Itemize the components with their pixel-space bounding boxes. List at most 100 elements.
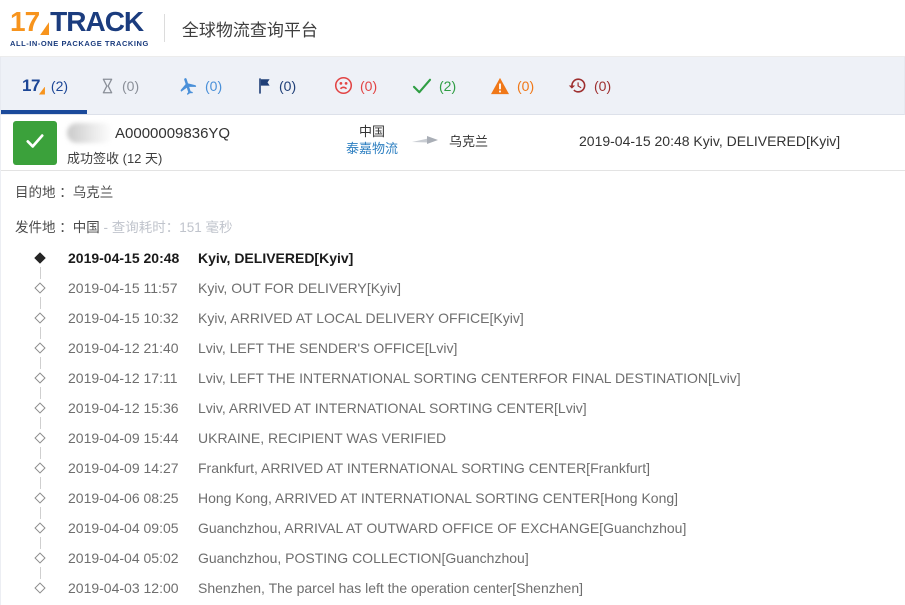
logo-17-text: 17 — [10, 6, 40, 37]
hourglass-icon — [100, 77, 115, 95]
tab-pickup[interactable]: (0) — [256, 77, 334, 95]
timeline-time: 2019-04-15 10:32 — [68, 310, 179, 326]
route-arrow-icon — [411, 133, 439, 147]
destination-country: 乌克兰 — [449, 133, 489, 149]
tab-undelivered[interactable]: (0) — [334, 76, 412, 95]
timeline-marker-icon — [34, 462, 46, 474]
package-summary-row[interactable]: A0000009836YQ 成功签收 (12 天) 中国 泰嘉物流 乌克兰 20… — [1, 115, 905, 171]
site-title: 全球物流查询平台 — [181, 20, 318, 40]
route-origin: 中国 泰嘉物流 — [339, 123, 405, 157]
tab-count: (0) — [279, 77, 297, 94]
tracking-number-line: A0000009836YQ — [67, 122, 230, 144]
tab-count: (0) — [360, 77, 378, 94]
page: 17 TRACK ALL-IN-ONE PACKAGE TRACKING 全球物… — [0, 0, 905, 605]
timeline-marker-icon — [34, 432, 46, 444]
timeline-row: 2019-04-09 14:27 Frankfurt, ARRIVED AT IN… — [1, 453, 905, 489]
destination-line: 目的地 ：乌克兰 — [15, 181, 113, 201]
timeline-marker-current-icon — [34, 252, 46, 264]
check-icon — [24, 132, 46, 155]
timeline-marker-icon — [34, 522, 46, 534]
destination-label: 目的地 ： — [15, 185, 73, 200]
origin-line: 发件地 ：中国 - 查询耗时：151 毫秒 — [15, 216, 233, 236]
active-tab-underline — [1, 110, 87, 114]
17track-logo[interactable]: 17 TRACK ALL-IN-ONE PACKAGE TRACKING — [10, 8, 149, 49]
tab-expired[interactable]: (0) — [568, 76, 646, 95]
timeline-status: Kyiv, OUT FOR DELIVERY[Kyiv] — [198, 280, 402, 296]
timeline-marker-icon — [34, 582, 46, 594]
history-icon — [568, 76, 587, 95]
timeline-row: 2019-04-12 21:40 Lviv, LEFT THE SENDER'S … — [1, 333, 905, 369]
logo-triangle-icon — [40, 22, 50, 35]
timeline-time: 2019-04-15 20:48 — [68, 250, 180, 266]
carrier-link[interactable]: 泰嘉物流 — [339, 140, 405, 157]
timeline-row: 2019-04-15 20:48 Kyiv, DELIVERED[Kyiv] — [1, 243, 905, 279]
route: 中国 泰嘉物流 乌克兰 — [339, 123, 488, 157]
timeline-marker-icon — [34, 312, 46, 324]
timeline-status: Guanchzhou, ARRIVAL AT OUTWARD OFFICE OF… — [198, 520, 687, 536]
site-header: 17 TRACK ALL-IN-ONE PACKAGE TRACKING 全球物… — [0, 0, 905, 57]
tab-all[interactable]: 17 (2) — [22, 76, 100, 96]
package-info: A0000009836YQ 成功签收 (12 天) — [67, 122, 230, 167]
timeline-status: Frankfurt, ARRIVED AT INTERNATIONAL SORT… — [198, 460, 650, 476]
tab-count: (0) — [122, 77, 140, 94]
tab-alert[interactable]: (0) — [490, 77, 568, 95]
timeline-status: Lviv, ARRIVED AT INTERNATIONAL SORTING C… — [198, 400, 587, 416]
timeline-row: 2019-04-12 17:11 Lviv, LEFT THE INTERNATI… — [1, 363, 905, 399]
timeline-time: 2019-04-12 17:11 — [68, 370, 178, 386]
tracking-result-panel: A0000009836YQ 成功签收 (12 天) 中国 泰嘉物流 乌克兰 20… — [0, 115, 905, 605]
logo-track-text: TRACK — [50, 6, 144, 37]
tab-delivered[interactable]: (2) — [412, 78, 490, 94]
timeline-status: Shenzhen, The parcel has left the operat… — [198, 580, 584, 596]
timeline-status: Kyiv, ARRIVED AT LOCAL DELIVERY OFFICE[K… — [198, 310, 524, 326]
timeline-marker-icon — [34, 402, 46, 414]
tab-count: (0) — [594, 77, 612, 94]
plane-icon — [178, 76, 198, 96]
origin-country: 中国 — [358, 124, 385, 139]
sad-face-icon — [334, 76, 353, 95]
timeline-row: 2019-04-09 15:44 UKRAINE, RECIPIENT WAS V… — [1, 423, 905, 459]
timeline-marker-icon — [34, 552, 46, 564]
timeline-time: 2019-04-12 21:40 — [68, 340, 179, 356]
query-time: - 查询耗时：151 毫秒 — [99, 220, 233, 235]
status-filter-tabbar: 17 (2) (0) (0) (0) (0) (2) (0) (0) — [0, 57, 905, 115]
tab-in-transit[interactable]: (0) — [178, 76, 256, 96]
tab-count: (2) — [50, 77, 69, 94]
timeline-row: 2019-04-15 11:57 Kyiv, OUT FOR DELIVERY[K… — [1, 273, 905, 309]
timeline-marker-icon — [34, 372, 46, 384]
origin-label: 发件地 ： — [15, 220, 73, 235]
timeline-row: 2019-04-04 09:05 Guanchzhou, ARRIVAL AT O… — [1, 513, 905, 549]
timeline-row: 2019-04-15 10:32 Kyiv, ARRIVED AT LOCAL D… — [1, 303, 905, 339]
timeline-status: Hong Kong, ARRIVED AT INTERNATIONAL SORT… — [198, 490, 679, 506]
delivered-check-button[interactable] — [13, 121, 57, 165]
tab-count: (0) — [205, 77, 223, 94]
timeline-time: 2019-04-09 14:27 — [68, 460, 179, 476]
redacted-blur — [67, 123, 113, 143]
tab-count: (2) — [439, 77, 457, 94]
tab-count: (0) — [517, 77, 535, 94]
logo-tagline: ALL-IN-ONE PACKAGE TRACKING — [10, 39, 149, 48]
warning-icon — [490, 77, 510, 95]
timeline-time: 2019-04-15 11:57 — [68, 280, 178, 296]
timeline-time: 2019-04-04 05:02 — [68, 550, 179, 566]
timeline-row: 2019-04-04 05:02 Guanchzhou, POSTING COLL… — [1, 543, 905, 579]
timeline-row: 2019-04-03 12:00 Shenzhen, The parcel has… — [1, 573, 905, 603]
tab-pending[interactable]: (0) — [100, 77, 178, 95]
timeline-marker-icon — [34, 342, 46, 354]
flag-icon — [256, 77, 272, 95]
seventeen-logo-icon: 17 — [22, 76, 44, 96]
tracking-timeline: 2019-04-15 20:48 Kyiv, DELIVERED[Kyiv] 201… — [1, 243, 905, 603]
latest-event-text: 2019-04-15 20:48 Kyiv, DELIVERED[Kyiv] — [579, 133, 841, 149]
tracking-number[interactable]: A0000009836YQ — [115, 125, 230, 142]
timeline-row: 2019-04-06 08:25 Hong Kong, ARRIVED AT IN… — [1, 483, 905, 519]
17track-logo-wordmark: 17 TRACK — [10, 8, 149, 36]
timeline-row: 2019-04-12 15:36 Lviv, ARRIVED AT INTERNA… — [1, 393, 905, 429]
timeline-status: UKRAINE, RECIPIENT WAS VERIFIED — [198, 430, 447, 446]
timeline-status: Guanchzhou, POSTING COLLECTION[Guanchzho… — [198, 550, 529, 566]
timeline-time: 2019-04-04 09:05 — [68, 520, 179, 536]
timeline-time: 2019-04-03 12:00 — [68, 580, 179, 596]
timeline-status: Lviv, LEFT THE SENDER'S OFFICE[Lviv] — [198, 340, 458, 356]
timeline-time: 2019-04-12 15:36 — [68, 400, 179, 416]
delivery-status-summary: 成功签收 (12 天) — [67, 151, 163, 166]
timeline-marker-icon — [34, 282, 46, 294]
timeline-time: 2019-04-09 15:44 — [68, 430, 179, 446]
